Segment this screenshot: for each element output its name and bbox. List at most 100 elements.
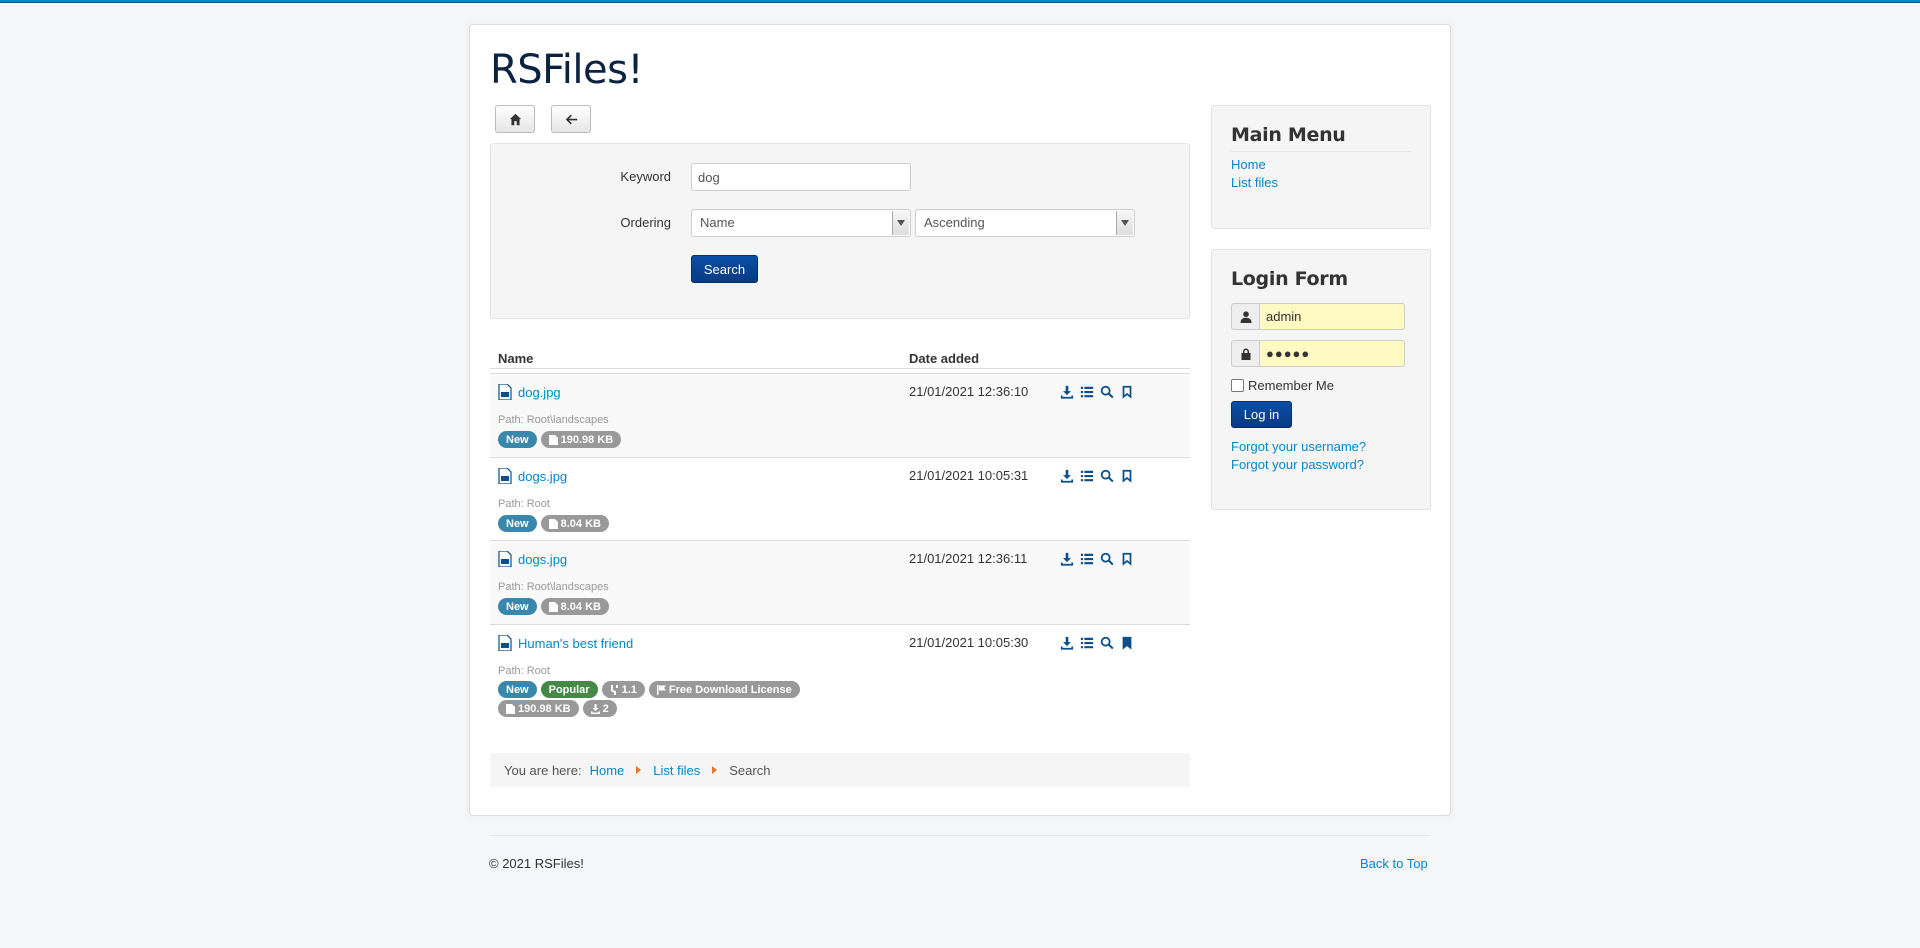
bookmark-outline-icon[interactable] [1120, 469, 1134, 483]
new-badge: New [498, 431, 537, 448]
table-row: dogs.jpg 21/01/2021 10:05:31 Path: Root … [490, 457, 1190, 540]
ordering-field-select[interactable]: Name [691, 209, 911, 237]
row-actions [1060, 636, 1134, 650]
details-list-icon[interactable] [1080, 636, 1094, 650]
row-actions [1060, 469, 1134, 483]
license-badge: Free Download License [648, 681, 800, 698]
login-form-title: Login Form [1231, 268, 1348, 290]
login-form-module: Login Form admin ●●●●● Remember Me Log i… [1211, 249, 1431, 510]
back-button[interactable] [551, 105, 591, 133]
keyword-input[interactable] [691, 163, 911, 191]
breadcrumb-separator-icon [636, 766, 642, 774]
file-link[interactable]: Human's best friend [518, 636, 633, 651]
forgot-password-link[interactable]: Forgot your password? [1231, 457, 1364, 472]
menu-item-home[interactable]: Home [1231, 157, 1266, 172]
preview-search-icon[interactable] [1100, 385, 1114, 399]
badge-group: New 190.98 KB [498, 431, 622, 448]
date-added: 21/01/2021 12:36:10 [909, 384, 1029, 399]
image-file-icon [498, 468, 512, 484]
preview-search-icon[interactable] [1100, 552, 1114, 566]
username-field-group: admin [1231, 303, 1405, 330]
new-badge: New [498, 515, 537, 532]
badge-group-secondary: 190.98 KB 2 [498, 700, 617, 717]
search-panel: Keyword Ordering Name Ascending Search [490, 143, 1190, 319]
ordering-direction-value: Ascending [924, 215, 985, 230]
file-name-cell: dogs.jpg [498, 551, 567, 567]
details-list-icon[interactable] [1080, 552, 1094, 566]
footer-copyright: © 2021 RSFiles! [489, 856, 584, 871]
breadcrumb-separator-icon [712, 766, 718, 774]
file-name-cell: Human's best friend [498, 635, 633, 651]
back-to-top-link[interactable]: Back to Top [1360, 856, 1428, 871]
date-added: 21/01/2021 10:05:31 [909, 468, 1029, 483]
bookmark-outline-icon[interactable] [1120, 552, 1134, 566]
table-header: Name Date added [490, 347, 1190, 369]
file-path: Path: Root [498, 498, 550, 510]
image-file-icon [498, 384, 512, 400]
download-icon[interactable] [1060, 552, 1074, 566]
file-path: Path: Root [498, 665, 550, 677]
breadcrumb-current: Search [729, 762, 771, 778]
keyword-label: Keyword [620, 169, 671, 184]
remember-me-checkbox[interactable] [1231, 379, 1244, 392]
details-list-icon[interactable] [1080, 385, 1094, 399]
top-accent-bar [0, 0, 1920, 3]
menu-item-list-files[interactable]: List files [1231, 175, 1278, 190]
row-actions [1060, 552, 1134, 566]
download-icon [590, 703, 600, 714]
login-button[interactable]: Log in [1231, 401, 1292, 428]
ordering-label: Ordering [620, 215, 671, 230]
new-badge: New [498, 598, 537, 615]
ordering-direction-select[interactable]: Ascending [915, 209, 1135, 237]
badge-group: New Popular 1.1 Free Download License [498, 681, 800, 698]
file-icon [506, 703, 515, 714]
ordering-field-value: Name [700, 215, 735, 230]
row-actions [1060, 385, 1134, 399]
download-icon[interactable] [1060, 385, 1074, 399]
new-badge: New [498, 681, 537, 698]
file-path: Path: Root\landscapes [498, 581, 609, 593]
file-icon [548, 518, 558, 529]
file-link[interactable]: dog.jpg [518, 385, 561, 400]
main-menu-module: Main Menu Home List files [1211, 105, 1431, 229]
breadcrumb-home[interactable]: Home [590, 763, 625, 778]
size-badge: 8.04 KB [540, 515, 609, 532]
date-added: 21/01/2021 10:05:30 [909, 635, 1029, 650]
downloads-badge: 2 [582, 700, 617, 717]
password-input[interactable]: ●●●●● [1259, 340, 1405, 367]
file-link[interactable]: dogs.jpg [518, 552, 567, 567]
size-badge: 8.04 KB [540, 598, 609, 615]
bookmark-outline-icon[interactable] [1120, 385, 1134, 399]
preview-search-icon[interactable] [1100, 469, 1114, 483]
file-link[interactable]: dogs.jpg [518, 469, 567, 484]
site-title: RSFiles! [490, 47, 644, 93]
table-row: dog.jpg 21/01/2021 12:36:10 Path: Root\l… [490, 373, 1190, 457]
column-date-added: Date added [909, 351, 980, 366]
file-icon [548, 434, 558, 445]
breadcrumb-prefix: You are here: [504, 762, 582, 778]
username-input[interactable]: admin [1259, 303, 1405, 330]
chevron-down-icon [892, 211, 909, 235]
flag-icon [656, 684, 666, 695]
bookmark-filled-icon[interactable] [1120, 636, 1134, 650]
file-icon [548, 601, 558, 612]
date-added: 21/01/2021 12:36:11 [909, 551, 1028, 566]
forgot-username-link[interactable]: Forgot your username? [1231, 439, 1366, 454]
badge-group: New 8.04 KB [498, 515, 609, 532]
arrow-left-icon [565, 114, 577, 124]
breadcrumb: You are here: Home List files Search [490, 753, 1190, 787]
download-icon[interactable] [1060, 469, 1074, 483]
preview-search-icon[interactable] [1100, 636, 1114, 650]
column-name: Name [498, 351, 534, 366]
module-divider [1231, 151, 1411, 152]
badge-group: New 8.04 KB [498, 598, 609, 615]
popular-badge: Popular [540, 681, 598, 698]
breadcrumb-list-files[interactable]: List files [653, 763, 700, 778]
size-badge: 190.98 KB [498, 700, 579, 717]
details-list-icon[interactable] [1080, 469, 1094, 483]
search-button[interactable]: Search [691, 255, 758, 283]
download-icon[interactable] [1060, 636, 1074, 650]
home-button[interactable] [495, 105, 535, 133]
remember-me-label: Remember Me [1248, 378, 1334, 393]
home-icon [509, 113, 521, 125]
